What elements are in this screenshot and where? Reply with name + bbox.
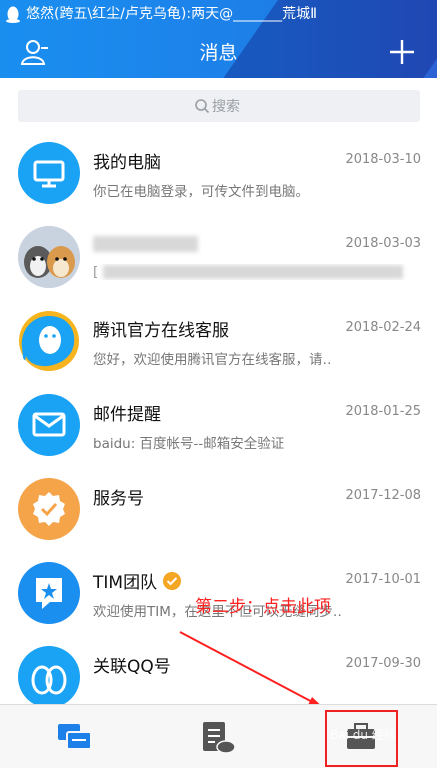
conversation-mail-reminder[interactable]: 邮件提醒 2018-01-25 baidu: 百度帐号--邮箱安全验证 (0, 384, 437, 468)
qq-penguin-icon (6, 6, 20, 23)
conversation-my-computer[interactable]: 我的电脑 2018-03-10 你已在电脑登录，可传文件到电脑。 (0, 132, 437, 216)
conversation-preview: [ (93, 264, 413, 280)
status-text: 悠然(跨五\红尘/卢克乌龟):两天@_______荒城Ⅱ (26, 6, 317, 22)
dogs-photo (18, 226, 80, 288)
linked-accounts-icon (18, 646, 80, 708)
conversation-name: 关联QQ号 (93, 657, 171, 677)
plus-icon[interactable] (387, 37, 417, 67)
app-header: 悠然(跨五\红尘/卢克乌龟):两天@_______荒城Ⅱ 消息 (0, 0, 437, 78)
verified-icon (163, 572, 182, 590)
conversation-date: 2018-03-03 (345, 236, 421, 251)
page-title: 消息 (199, 42, 238, 64)
conversation-preview: baidu: 百度帐号--邮箱安全验证 (93, 436, 285, 452)
star-chat-icon (18, 562, 80, 624)
conversation-date: 2018-01-25 (345, 404, 421, 419)
monitor-icon (18, 142, 80, 204)
conversation-name-blurred (93, 236, 198, 252)
preview-bracket: [ (93, 264, 99, 280)
qq-penguin-icon (18, 310, 80, 372)
conversation-tencent-service[interactable]: 腾讯官方在线客服 2018-02-24 您好，欢迎使用腾讯官方在线客服，请‥ (0, 300, 437, 384)
conversation-preview: 你已在电脑登录，可传文件到电脑。 (93, 184, 309, 200)
conversation-name: 服务号 (93, 489, 144, 509)
status-bar: 悠然(跨五\红尘/卢克乌龟):两天@_______荒城Ⅱ (0, 0, 437, 28)
document-cloud-icon[interactable] (198, 719, 238, 755)
preview-blurred (102, 265, 403, 279)
conversation-friend[interactable]: 2018-03-03 [ (0, 216, 437, 300)
watermark: Bai du 经验 (330, 728, 396, 742)
search-placeholder: 搜索 (212, 99, 240, 115)
annotation-text: 第二步：点击此项 (195, 597, 331, 617)
conversation-date: 2017-09-30 (345, 656, 421, 671)
chat-icon[interactable] (55, 719, 95, 755)
conversation-name: TIM团队 (93, 568, 182, 593)
conversation-date: 2018-02-24 (345, 320, 421, 335)
conversation-date: 2017-10-01 (345, 572, 421, 587)
conversation-name: 邮件提醒 (93, 405, 161, 425)
mail-icon (18, 394, 80, 456)
conversation-date: 2018-03-10 (345, 152, 421, 167)
search-input[interactable]: 搜索 (18, 90, 420, 122)
conversation-service-account[interactable]: 服务号 2017-12-08 (0, 468, 437, 552)
conversation-name: 腾讯官方在线客服 (93, 321, 229, 341)
search-icon (195, 99, 210, 114)
conversation-name-text: TIM团队 (93, 573, 158, 593)
nav-bar: 消息 (0, 28, 437, 78)
conversation-preview: 您好，欢迎使用腾讯官方在线客服，请‥ (93, 352, 332, 368)
check-badge-icon (18, 478, 80, 540)
conversation-name: 我的电脑 (93, 153, 161, 173)
conversation-date: 2017-12-08 (345, 488, 421, 503)
